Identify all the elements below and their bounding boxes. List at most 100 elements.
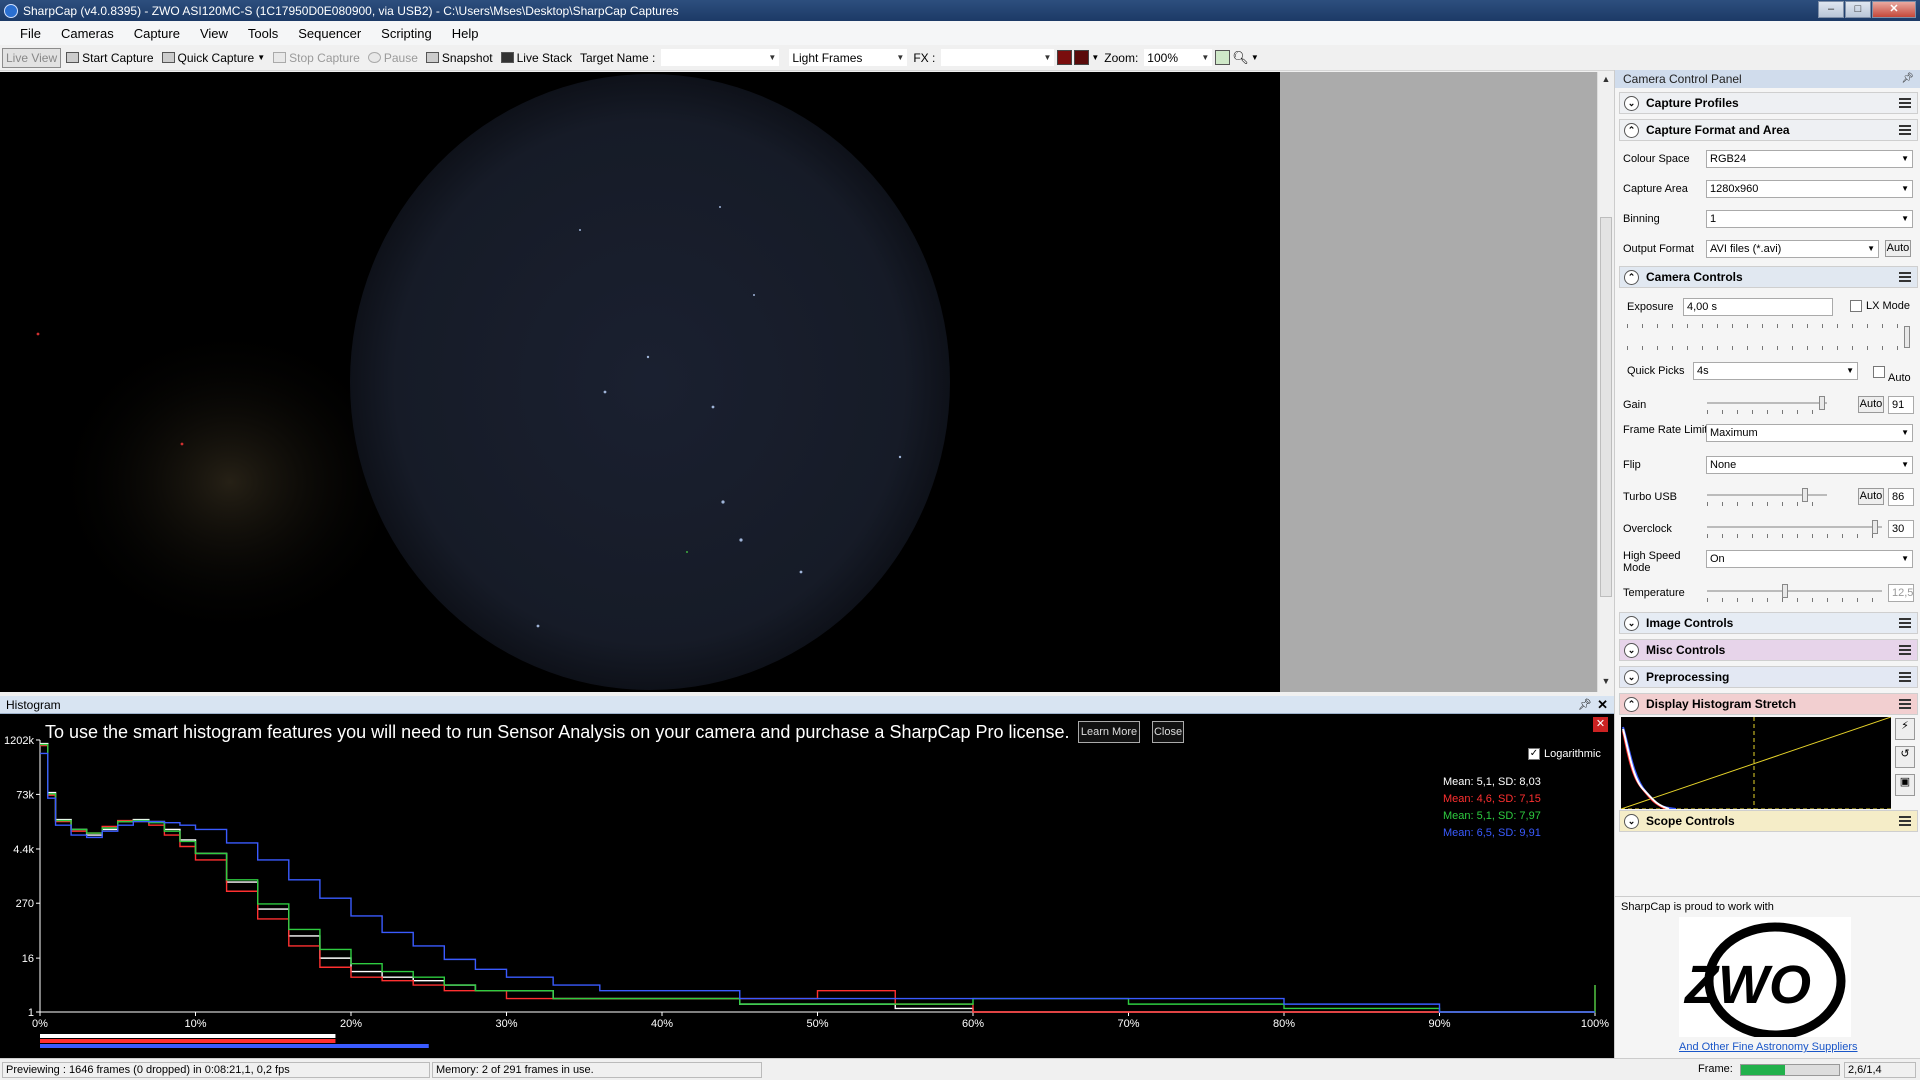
menu-help[interactable]: Help [442,26,489,41]
stretch-graph[interactable] [1621,717,1891,809]
section-camera-controls[interactable]: ⌃ Camera Controls [1619,266,1918,288]
histogram-series-0 [40,742,1595,1013]
histogram-icon[interactable] [1215,50,1231,65]
menu-view[interactable]: View [190,26,238,41]
slider-knob[interactable] [1802,488,1808,502]
pin-icon[interactable]: 📌︎ [1578,698,1592,711]
viewport-scrollbar[interactable]: ▲ ▼ [1597,72,1614,692]
menu-icon[interactable] [1899,816,1911,826]
menu-bar: File Cameras Capture View Tools Sequence… [0,21,1920,45]
slider-knob[interactable] [1872,520,1878,534]
gain-auto-button[interactable]: Auto [1858,396,1884,413]
quick-capture-button[interactable]: Quick Capture ▼ [159,48,269,68]
menu-cameras[interactable]: Cameras [51,26,124,41]
chevron-down-icon: ▼ [1867,244,1875,253]
fx-select[interactable]: ▼ [940,48,1056,67]
live-view-button[interactable]: Live View [2,47,62,68]
live-stack-button[interactable]: Live Stack [498,48,575,68]
menu-icon[interactable] [1899,699,1911,709]
section-label: Scope Controls [1646,814,1735,828]
target-name-input[interactable]: ▼ [660,48,781,67]
x-tick-label: 50% [806,1018,828,1030]
output-format-select[interactable]: AVI files (*.avi) ▼ [1706,240,1879,258]
section-preprocessing[interactable]: ⌄ Preprocessing [1619,666,1918,688]
grid-overlay-icon[interactable] [1074,50,1090,65]
lightning-icon[interactable]: ⚡︎ [1895,718,1915,740]
sponsor-link[interactable]: And Other Fine Astronomy Suppliers [1679,1041,1858,1053]
zoom-select[interactable]: 100% ▼ [1143,48,1214,67]
dismiss-x-icon[interactable]: ✕ [1593,717,1608,732]
gain-label: Gain [1623,399,1647,411]
menu-icon[interactable] [1899,618,1911,628]
section-misc-controls[interactable]: ⌄ Misc Controls [1619,639,1918,661]
section-capture-profiles[interactable]: ⌄ Capture Profiles [1619,92,1918,114]
snapshot-button[interactable]: Snapshot [423,48,496,68]
binning-select[interactable]: 1 ▼ [1706,210,1913,228]
output-format-auto-button[interactable]: Auto [1885,240,1911,257]
slider-ticks [1627,324,1912,328]
quick-picks-select[interactable]: 4s ▼ [1693,362,1858,380]
section-label: Image Controls [1646,616,1734,630]
save-icon[interactable]: ▣ [1895,774,1915,796]
chevron-down-icon[interactable]: ▼ [1251,53,1259,62]
exposure-auto-checkbox[interactable]: Auto [1873,360,1911,384]
turbo-usb-auto-button[interactable]: Auto [1858,488,1884,505]
section-capture-format[interactable]: ⌃ Capture Format and Area [1619,119,1918,141]
menu-file[interactable]: File [10,26,51,41]
frame-type-select[interactable]: Light Frames ▼ [788,48,909,67]
menu-scripting[interactable]: Scripting [371,26,442,41]
lx-mode-checkbox[interactable]: LX Mode [1850,300,1910,312]
colour-space-value: RGB24 [1710,153,1747,165]
pin-icon[interactable]: 📌︎ [1901,70,1914,88]
overclock-slider[interactable] [1707,520,1882,538]
scrollbar-thumb[interactable] [1600,217,1612,597]
slider-knob[interactable] [1819,396,1825,410]
slider-knob[interactable] [1904,326,1910,348]
camera-image-view[interactable] [0,72,1280,692]
menu-tools[interactable]: Tools [238,26,288,41]
menu-sequencer[interactable]: Sequencer [288,26,371,41]
star-field-image [36,74,950,690]
close-window-button[interactable]: ✕ [1872,1,1916,18]
section-scope-controls[interactable]: ⌄ Scope Controls [1619,810,1918,832]
menu-icon[interactable] [1899,125,1911,135]
menu-capture[interactable]: Capture [124,26,190,41]
start-capture-button[interactable]: Start Capture [63,48,156,68]
menu-icon[interactable] [1899,272,1911,282]
capture-area-value: 1280x960 [1710,183,1759,195]
slider-ticks [1627,346,1912,350]
minimize-button[interactable]: – [1818,1,1844,18]
gain-value[interactable]: 91 [1888,396,1914,414]
scroll-down-icon[interactable]: ▼ [1600,676,1612,690]
colour-space-select[interactable]: RGB24 ▼ [1706,150,1913,168]
turbo-usb-slider[interactable] [1707,488,1827,506]
overclock-value[interactable]: 30 [1888,520,1914,538]
flip-select[interactable]: None ▼ [1706,456,1913,474]
close-icon[interactable]: ✕ [1597,697,1608,713]
chevron-down-icon[interactable]: ▼ [257,53,265,62]
maximize-button[interactable]: □ [1845,1,1871,18]
histogram-panel: Histogram 📌︎ ✕ To use the smart histogra… [0,696,1614,1058]
section-image-controls[interactable]: ⌄ Image Controls [1619,612,1918,634]
zwo-logo[interactable]: ZWO [1679,917,1851,1037]
turbo-usb-value[interactable]: 86 [1888,488,1914,506]
gain-slider[interactable] [1707,396,1827,414]
capture-area-select[interactable]: 1280x960 ▼ [1706,180,1913,198]
menu-icon[interactable] [1899,672,1911,682]
chevron-down-icon[interactable]: ▼ [1091,53,1099,62]
exposure-slider[interactable] [1627,324,1912,350]
stop-capture-button[interactable]: Stop Capture [270,48,363,68]
menu-icon[interactable] [1899,645,1911,655]
expand-icon: ⌄ [1624,615,1639,631]
high-speed-select[interactable]: On ▼ [1706,550,1913,568]
zoom-magnifier-icon[interactable]: 🔍︎ [1232,50,1249,66]
menu-icon[interactable] [1899,98,1911,108]
frame-rate-select[interactable]: Maximum ▼ [1706,424,1913,442]
reset-icon[interactable]: ↺ [1895,746,1915,768]
camera-control-panel: Camera Control Panel 📌︎ ⌄ Capture Profiles… [1614,70,1920,1058]
pause-button[interactable]: Pause [365,48,421,68]
reticle-icon[interactable] [1057,50,1073,65]
section-display-stretch[interactable]: ⌃ Display Histogram Stretch [1619,693,1918,715]
exposure-input[interactable]: 4,00 s [1683,298,1833,316]
scroll-up-icon[interactable]: ▲ [1600,74,1612,88]
